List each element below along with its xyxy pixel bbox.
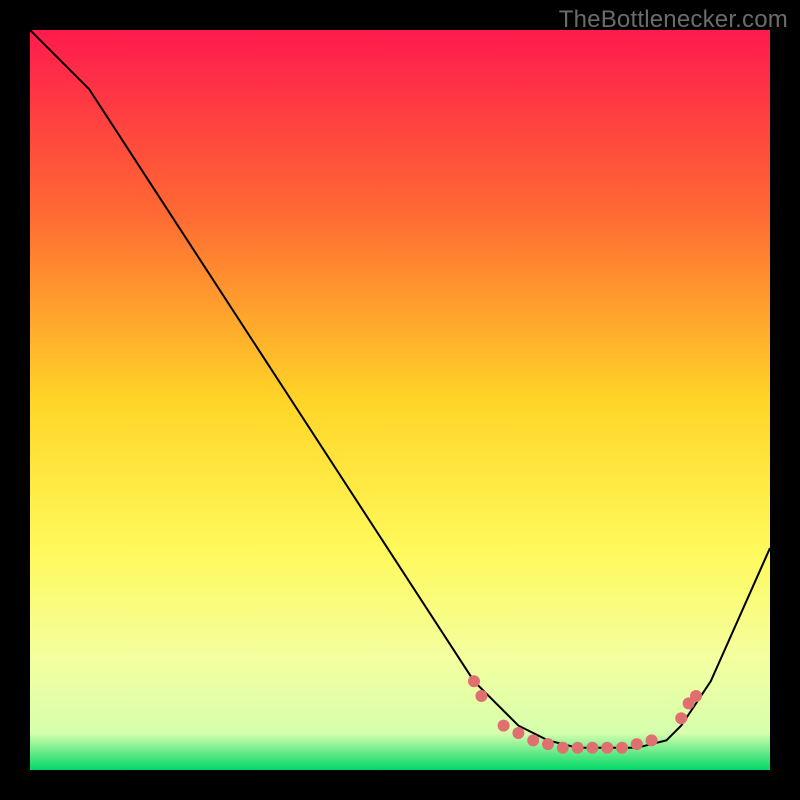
chart-svg	[30, 30, 770, 770]
marker-dot	[475, 690, 487, 702]
marker-dot	[586, 742, 598, 754]
marker-dot	[675, 712, 687, 724]
chart-background	[30, 30, 770, 770]
marker-dot	[646, 734, 658, 746]
chart-frame	[30, 30, 770, 770]
marker-dot	[572, 742, 584, 754]
marker-dot	[468, 675, 480, 687]
marker-dot	[690, 690, 702, 702]
marker-dot	[498, 720, 510, 732]
marker-dot	[512, 727, 524, 739]
marker-dot	[542, 738, 554, 750]
marker-dot	[601, 742, 613, 754]
watermark-text: TheBottlenecker.com	[559, 6, 788, 34]
marker-dot	[631, 738, 643, 750]
marker-dot	[527, 734, 539, 746]
marker-dot	[616, 742, 628, 754]
marker-dot	[557, 742, 569, 754]
